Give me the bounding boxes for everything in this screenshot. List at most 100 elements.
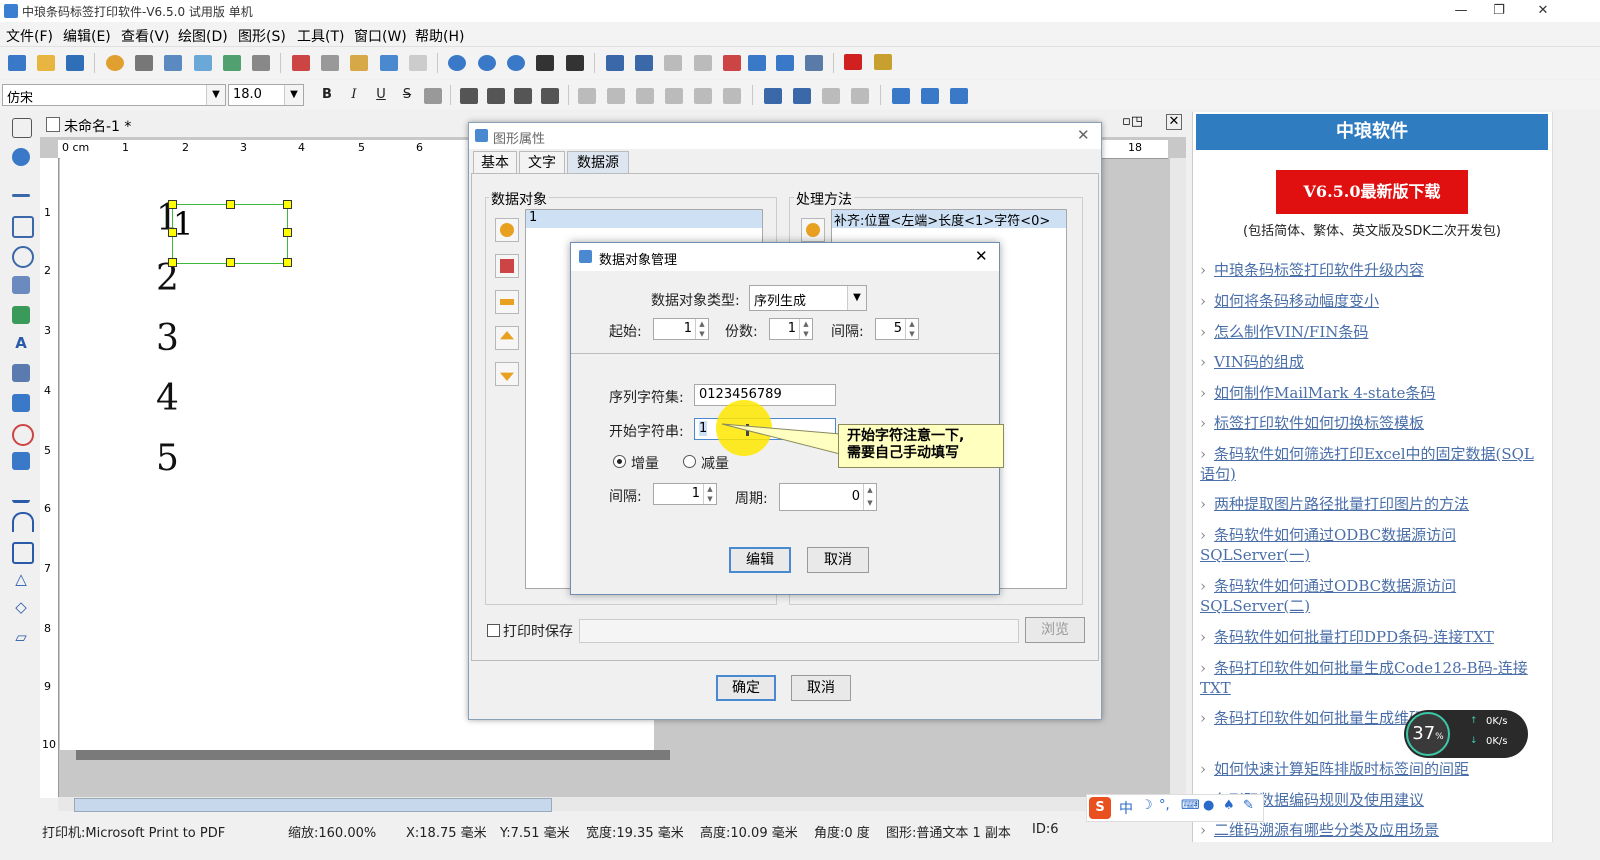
selected-text-object[interactable]: 1 bbox=[172, 204, 288, 264]
charset-input[interactable]: 0123456789 bbox=[694, 384, 836, 406]
move-up-button[interactable] bbox=[495, 326, 519, 350]
bring-front-icon[interactable] bbox=[606, 55, 624, 71]
menu-shape[interactable]: 图形(S) bbox=[238, 26, 286, 46]
minimize-icon[interactable]: — bbox=[1446, 1, 1476, 21]
menu-file[interactable]: 文件(F) bbox=[6, 26, 53, 46]
news-link[interactable]: › 条码打印软件如何批量生成Code128-B码-连接TXT bbox=[1200, 658, 1544, 698]
tab-text[interactable]: 文字 bbox=[519, 151, 565, 174]
eye-icon[interactable] bbox=[723, 55, 741, 71]
news-link[interactable]: › 二维码溯源有哪些分类及应用场景 bbox=[1200, 820, 1544, 840]
send-back-icon[interactable] bbox=[635, 55, 653, 71]
maximize-icon[interactable]: ❐ bbox=[1484, 1, 1514, 21]
image-tool-icon[interactable] bbox=[12, 276, 30, 294]
menu-edit[interactable]: 编辑(E) bbox=[63, 26, 111, 46]
align-center-icon[interactable] bbox=[487, 88, 505, 104]
lock-icon[interactable] bbox=[748, 55, 766, 71]
database-icon[interactable] bbox=[194, 55, 212, 71]
news-link[interactable]: › 条码软件如何通过ODBC数据源访问SQLServer(一) bbox=[1200, 525, 1544, 565]
document-tab-title[interactable]: 未命名-1 * bbox=[64, 116, 131, 136]
rotate-90-icon[interactable] bbox=[892, 88, 910, 104]
zoom-in-icon[interactable] bbox=[448, 55, 466, 71]
menu-tools[interactable]: 工具(T) bbox=[297, 26, 344, 46]
settings-icon[interactable] bbox=[106, 55, 124, 71]
polygon-tool-icon[interactable] bbox=[12, 424, 34, 446]
vertical-scrollbar[interactable] bbox=[1170, 158, 1186, 796]
new-icon[interactable] bbox=[8, 55, 26, 71]
rich-text-tool-icon[interactable] bbox=[12, 364, 30, 382]
news-link[interactable]: › VIN码的组成 bbox=[1200, 352, 1544, 372]
news-link[interactable]: › 条码软件如何筛选打印Excel中的固定数据(SQL语句) bbox=[1200, 444, 1544, 484]
align-objects-center-icon[interactable] bbox=[723, 88, 741, 104]
skin-icon[interactable]: ♠ bbox=[1223, 798, 1235, 813]
network-speed-widget[interactable]: 37% ↑ 0K/s ↓ 0K/s bbox=[1404, 710, 1528, 758]
fit-page-icon[interactable] bbox=[536, 55, 554, 71]
close-icon[interactable]: ✕ bbox=[1528, 1, 1558, 21]
canvas-text[interactable]: 5 bbox=[156, 438, 179, 479]
zoom-out-icon[interactable] bbox=[478, 55, 496, 71]
calculator-icon[interactable] bbox=[874, 54, 892, 70]
parallelogram-tool-icon[interactable]: ▱ bbox=[12, 628, 30, 646]
spinner-arrows-icon[interactable]: ▲ ▼ bbox=[799, 319, 812, 339]
news-link[interactable]: › 标签打印软件如何切换标签模板 bbox=[1200, 413, 1544, 433]
step-spinner[interactable]: 1 ▲ ▼ bbox=[653, 483, 717, 505]
restore-doc-icon[interactable]: ▫◳ bbox=[1122, 114, 1143, 129]
news-link[interactable]: › 如何快速计算矩阵排版时标签间的间距 bbox=[1200, 759, 1544, 779]
keyboard-icon[interactable]: ⌨ bbox=[1181, 798, 1200, 813]
sogou-icon[interactable]: S bbox=[1089, 797, 1111, 819]
news-link[interactable]: › 如何制作MailMark 4-state条码 bbox=[1200, 383, 1544, 403]
align-objects-top-icon[interactable] bbox=[636, 88, 654, 104]
user-icon[interactable]: ● bbox=[1203, 798, 1214, 813]
punctuation-icon[interactable]: °, bbox=[1159, 798, 1170, 813]
save-icon[interactable] bbox=[66, 55, 84, 71]
distribute-icon[interactable] bbox=[805, 55, 823, 71]
list-item[interactable]: 补齐:位置<左端>长度<1>字符<0> bbox=[832, 210, 1066, 229]
close-doc-icon[interactable]: ✕ bbox=[1166, 114, 1182, 130]
menu-help[interactable]: 帮助(H) bbox=[415, 26, 464, 46]
resize-handle[interactable] bbox=[283, 200, 292, 209]
moon-icon[interactable]: ☽ bbox=[1141, 798, 1153, 813]
align-objects-right-icon[interactable] bbox=[607, 88, 625, 104]
copy-icon[interactable] bbox=[321, 55, 339, 71]
resize-handle[interactable] bbox=[168, 228, 177, 237]
resize-handle[interactable] bbox=[226, 258, 235, 267]
add-process-button[interactable] bbox=[801, 218, 825, 242]
copies-spinner[interactable]: 1 ▲ ▼ bbox=[769, 318, 813, 340]
period-spinner[interactable]: 0 ▲ ▼ bbox=[779, 483, 877, 511]
spinner-arrows-icon[interactable]: ▲ ▼ bbox=[695, 319, 708, 339]
panel-scrollbar[interactable] bbox=[1552, 112, 1569, 842]
grid-icon[interactable] bbox=[252, 55, 270, 71]
scrollbar-thumb[interactable] bbox=[74, 798, 552, 812]
same-width-icon[interactable] bbox=[822, 88, 840, 104]
canvas-text[interactable]: 4 bbox=[156, 378, 179, 419]
arc-tool-icon[interactable] bbox=[12, 512, 34, 532]
close-icon[interactable]: ✕ bbox=[975, 247, 988, 265]
edit-button[interactable] bbox=[495, 254, 519, 278]
align-left-icon[interactable] bbox=[460, 88, 478, 104]
save-on-print-checkbox[interactable] bbox=[487, 624, 500, 637]
bold-button[interactable]: B bbox=[318, 86, 336, 104]
news-link[interactable]: › 条码软件如何批量打印DPD条码-连接TXT bbox=[1200, 627, 1544, 647]
select-arrow-icon[interactable] bbox=[12, 118, 32, 138]
line-tool-icon[interactable] bbox=[12, 194, 30, 197]
center-horizontal-icon[interactable] bbox=[764, 88, 782, 104]
cancel-button[interactable]: 取消 bbox=[807, 547, 869, 573]
strike-button[interactable]: S bbox=[398, 86, 416, 104]
interval-spinner[interactable]: 5 ▲ ▼ bbox=[875, 318, 919, 340]
paste-icon[interactable] bbox=[350, 55, 368, 71]
cut-icon[interactable] bbox=[292, 55, 310, 71]
spinner-arrows-icon[interactable]: ▲ ▼ bbox=[905, 319, 918, 339]
type-select[interactable]: 序列生成 ▼ bbox=[749, 285, 867, 311]
pan-icon[interactable] bbox=[12, 148, 30, 166]
char-spacing-icon[interactable] bbox=[424, 88, 442, 104]
horizontal-scrollbar[interactable] bbox=[58, 797, 1170, 812]
start-spinner[interactable]: 1 ▲ ▼ bbox=[653, 318, 709, 340]
pdf-icon[interactable] bbox=[844, 54, 862, 70]
triangle-tool-icon[interactable]: △ bbox=[12, 570, 30, 588]
align-objects-bottom-icon[interactable] bbox=[665, 88, 683, 104]
spinner-arrows-icon[interactable]: ▲ ▼ bbox=[703, 484, 716, 504]
increase-radio[interactable] bbox=[613, 455, 626, 468]
resize-handle[interactable] bbox=[168, 200, 177, 209]
database-link-icon[interactable] bbox=[223, 55, 241, 71]
remove-button[interactable] bbox=[495, 290, 519, 314]
resize-handle[interactable] bbox=[283, 228, 292, 237]
